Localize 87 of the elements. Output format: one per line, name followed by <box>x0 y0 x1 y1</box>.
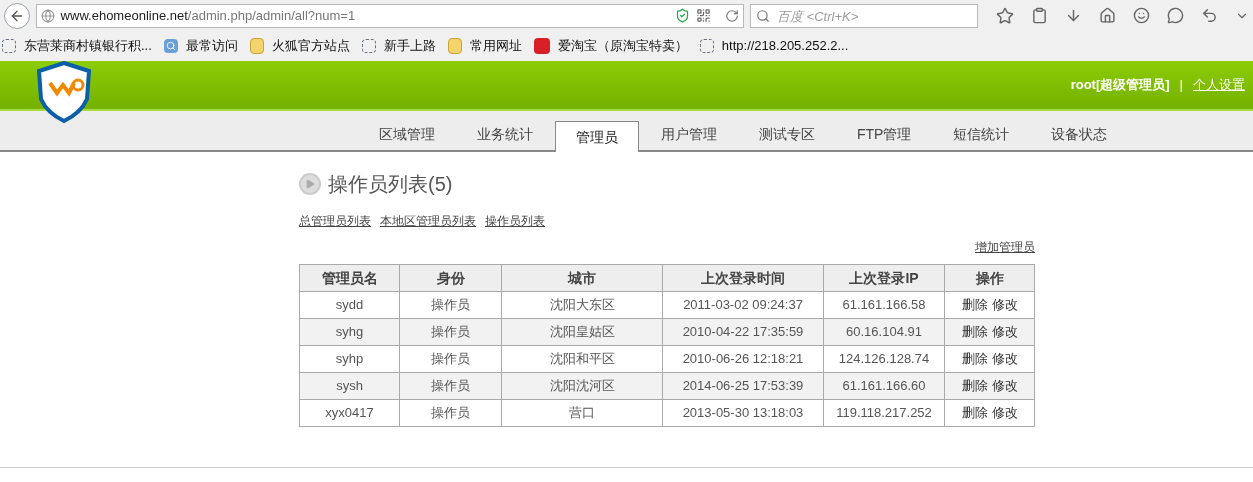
table-cell: 61.161.166.58 <box>823 291 945 319</box>
table-cell: 2011-03-02 09:24:37 <box>662 291 824 319</box>
nav-tab[interactable]: 业务统计 <box>456 119 554 150</box>
table-cell: xyx0417 <box>299 399 400 427</box>
action-link[interactable]: 修改 <box>991 403 1018 423</box>
folder-icon <box>249 38 264 54</box>
column-header: 上次登录时间 <box>662 264 824 292</box>
action-link[interactable]: 删除 <box>961 322 988 342</box>
list-link[interactable]: 总管理员列表 <box>299 212 371 230</box>
table-cell: 营口 <box>501 399 663 427</box>
table-cell: 操作员 <box>399 372 502 400</box>
table-cell: 2013-05-30 13:18:03 <box>662 399 824 427</box>
table-cell: 61.161.166.60 <box>823 372 945 400</box>
star-icon[interactable] <box>996 6 1014 25</box>
clipboard-icon[interactable] <box>1031 7 1048 24</box>
table-cell: 操作员 <box>399 399 502 427</box>
list-link[interactable]: 本地区管理员列表 <box>380 212 476 230</box>
bookmark-item[interactable]: http://218.205.252.2... <box>721 36 849 56</box>
table-cell: 60.16.104.91 <box>823 318 945 346</box>
table-cell: 2014-06-25 17:53:39 <box>662 372 824 400</box>
search-icon <box>756 8 770 23</box>
nav-tab[interactable]: 区域管理 <box>358 119 456 150</box>
list-link[interactable]: 操作员列表 <box>485 212 545 230</box>
bookmark-item[interactable]: 爱淘宝（原淘宝特卖） <box>557 36 688 56</box>
address-field[interactable]: www.ehomeonline.net/admin.php/admin/all?num=1 <box>35 3 744 28</box>
column-header: 城市 <box>501 264 663 292</box>
action-link[interactable]: 修改 <box>991 376 1018 396</box>
qr-code-icon <box>696 8 711 23</box>
action-link[interactable]: 修改 <box>991 295 1018 315</box>
table-cell: 操作员 <box>399 345 502 373</box>
column-header: 管理员名 <box>299 264 400 292</box>
download-icon[interactable] <box>1065 7 1082 24</box>
table-cell: syhg <box>299 318 400 346</box>
table-cell: 沈阳大东区 <box>501 291 663 319</box>
bookmark-item[interactable]: 常用网址 <box>469 36 522 56</box>
folder-icon <box>447 38 462 54</box>
separator-text: | <box>1179 76 1183 95</box>
shield-icon <box>675 8 690 23</box>
action-link[interactable]: 删除 <box>961 349 988 369</box>
blank-page-icon <box>2 39 16 53</box>
shield-logo <box>37 61 91 123</box>
action-link[interactable]: 修改 <box>991 349 1018 369</box>
action-link[interactable]: 删除 <box>961 295 988 315</box>
column-header: 操作 <box>944 264 1035 292</box>
taobao-icon <box>533 38 550 54</box>
home-icon[interactable] <box>1099 7 1116 24</box>
user-label: root[超级管理员] <box>1070 76 1170 95</box>
table-cell: 119.118.217.252 <box>823 399 945 427</box>
bookmark-item[interactable]: 新手上路 <box>383 36 436 56</box>
table-cell: syhp <box>299 345 400 373</box>
bookmark-item[interactable]: 火狐官方站点 <box>271 36 350 56</box>
nav-tab[interactable]: FTP管理 <box>836 119 933 150</box>
table-cell: 124.126.128.74 <box>823 345 945 373</box>
action-link[interactable]: 删除 <box>961 376 988 396</box>
page-title: 操作员列表(5) <box>328 172 453 197</box>
nav-tab[interactable]: 短信统计 <box>932 119 1031 150</box>
table-cell: 沈阳皇姑区 <box>501 318 663 346</box>
bookmark-item[interactable]: 最常访问 <box>185 36 238 56</box>
table-cell: 2010-06-26 12:18:21 <box>662 345 824 373</box>
table-cell: 沈阳沈河区 <box>501 372 663 400</box>
column-header: 身份 <box>399 264 502 292</box>
nav-tab[interactable]: 设备状态 <box>1030 119 1129 150</box>
undo-icon[interactable] <box>1201 7 1218 24</box>
blank-page-icon <box>699 39 714 53</box>
table-cell: 2010-04-22 17:35:59 <box>662 318 824 346</box>
nav-tab[interactable]: 测试专区 <box>738 119 836 150</box>
smiley-icon[interactable] <box>1133 7 1150 24</box>
search-page-icon <box>163 39 178 53</box>
table-cell: sysh <box>299 372 400 400</box>
table-cell: 沈阳和平区 <box>501 345 663 373</box>
blank-page-icon <box>361 39 376 53</box>
nav-tab[interactable]: 管理员 <box>555 121 639 152</box>
url-text: www.ehomeonline.net/admin.php/admin/all?num=1 <box>60 6 357 25</box>
action-link[interactable]: 删除 <box>961 403 988 423</box>
add-admin-link[interactable]: 增加管理员 <box>975 238 1035 256</box>
column-header: 上次登录IP <box>823 264 945 292</box>
action-link[interactable]: 修改 <box>991 322 1018 342</box>
back-button[interactable] <box>4 2 30 29</box>
nav-tab[interactable]: 用户管理 <box>640 119 738 150</box>
reload-icon[interactable] <box>725 8 739 23</box>
table-cell: 操作员 <box>399 291 502 319</box>
table-cell: sydd <box>299 291 400 319</box>
globe-icon <box>40 8 55 23</box>
chat-bubble-icon[interactable] <box>1167 7 1184 24</box>
table-cell: 操作员 <box>399 318 502 346</box>
bookmark-item[interactable]: 东营莱商村镇银行积... <box>24 36 152 56</box>
search-field[interactable]: 百度 <Ctrl+K> <box>750 4 978 28</box>
